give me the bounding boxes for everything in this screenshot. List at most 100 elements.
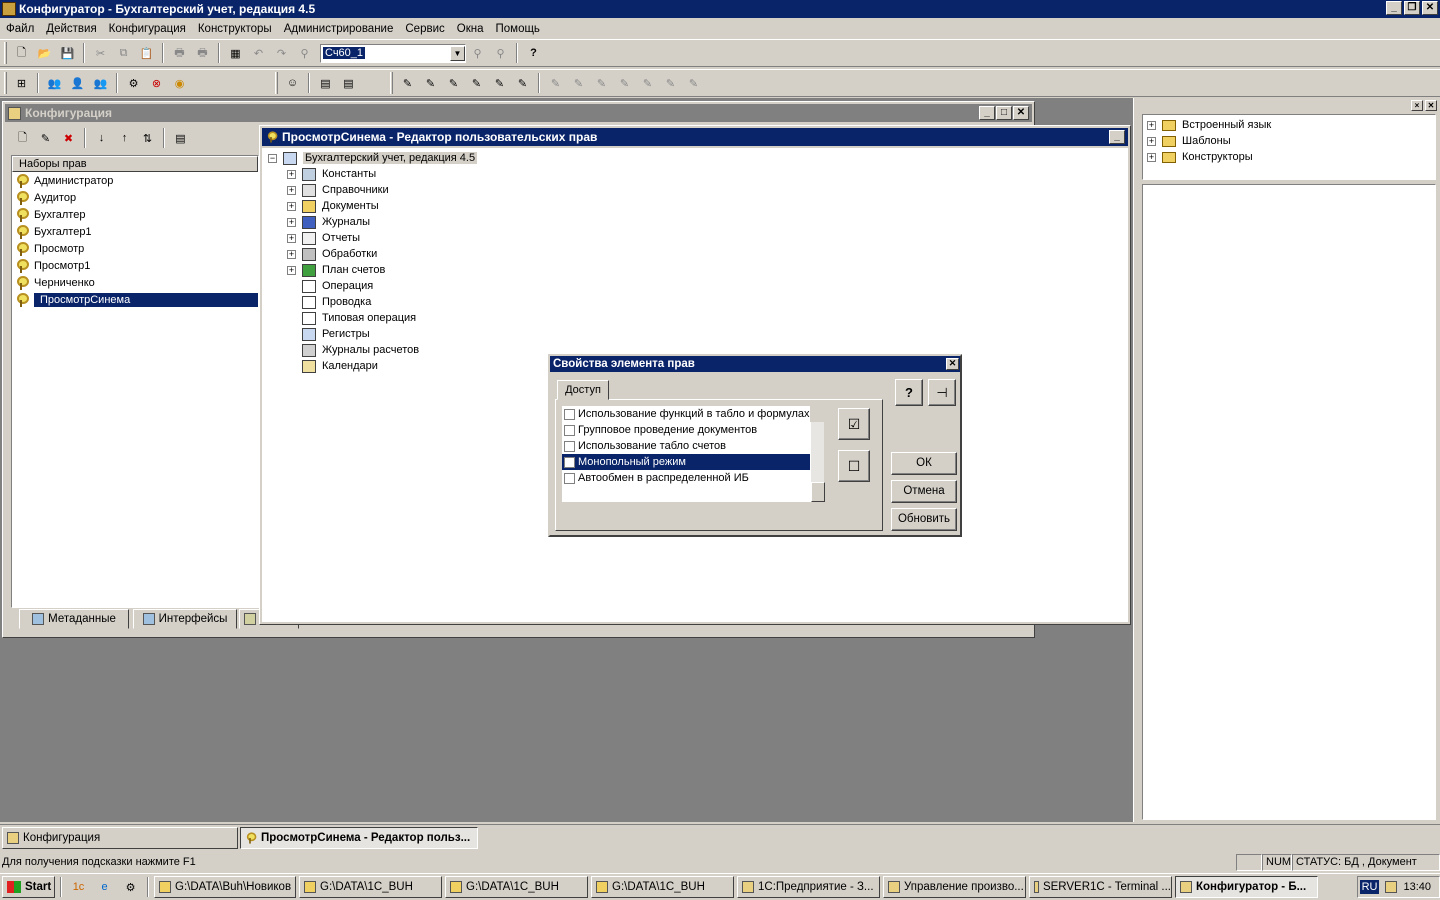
table-icon[interactable]: ▤ (317, 74, 335, 92)
menu-administration[interactable]: Администрирование (278, 23, 400, 35)
properties-icon[interactable]: ▤ (172, 129, 190, 147)
tree-node[interactable]: + Константы (287, 166, 1128, 182)
user-settings-icon[interactable]: ☺ (284, 74, 302, 92)
checkbox[interactable] (564, 440, 575, 452)
access-option[interactable]: Использование функций в табло и формулах (562, 406, 810, 422)
taskbar-button[interactable]: Конфигуратор - Б... (1175, 876, 1318, 898)
rights-list-item[interactable]: Черниченко (12, 274, 258, 291)
users-rights-icon[interactable]: 👥 (92, 74, 110, 92)
expand-icon[interactable]: + (287, 217, 296, 227)
tree-root[interactable]: − Бухгалтерский учет, редакция 4.5 (268, 150, 1128, 166)
uncheck-all-button[interactable]: ☐ (838, 450, 870, 482)
menu-file[interactable]: Файл (0, 23, 40, 35)
expand-icon[interactable]: + (287, 233, 296, 243)
save-icon[interactable]: 💾 (59, 44, 77, 62)
tree-node[interactable]: + Обработки (287, 246, 1128, 262)
users-icon[interactable]: 👥 (46, 74, 64, 92)
collapse-icon[interactable]: − (268, 153, 277, 163)
tool-disabled-3-icon[interactable]: ✎ (593, 74, 611, 92)
rights-list-item[interactable]: Администратор (12, 172, 258, 189)
tree-node[interactable]: + Справочники (287, 182, 1128, 198)
quicklaunch-1c-icon[interactable]: 1c (70, 878, 88, 896)
tree-templates[interactable]: + Шаблоны (1147, 133, 1435, 149)
paste-icon[interactable]: 📋 (138, 44, 156, 62)
window-tab-editor[interactable]: ПросмотрСинема - Редактор польз... (240, 827, 478, 849)
options-scrollbar[interactable] (810, 422, 825, 502)
close-button[interactable]: ✕ (1422, 1, 1438, 15)
tool-disabled-7-icon[interactable]: ✎ (685, 74, 703, 92)
constructor-doc-icon[interactable]: ✎ (422, 74, 440, 92)
tree-node[interactable]: + Журналы (287, 214, 1128, 230)
metadata-icon[interactable]: ⊞ (13, 74, 31, 92)
filter-icon[interactable]: ▦ (227, 44, 245, 62)
tree-node[interactable]: Проводка (287, 294, 1128, 310)
tab-metadata[interactable]: Метаданные (19, 609, 129, 629)
expand-icon[interactable]: + (287, 265, 296, 275)
constructor-icon[interactable]: ✎ (399, 74, 417, 92)
print-preview-icon[interactable]: 🖶 (194, 44, 212, 62)
taskbar-button[interactable]: G:\DATA\1C_BUH (445, 876, 588, 898)
tree-constructors[interactable]: + Конструкторы (1147, 149, 1435, 165)
menu-configuration[interactable]: Конфигурация (103, 23, 192, 35)
find-icon[interactable]: ⚲ (296, 44, 314, 62)
dialog-close-button[interactable]: ✕ (946, 358, 959, 370)
constructor-report-icon[interactable]: ✎ (445, 74, 463, 92)
menu-windows[interactable]: Окна (451, 23, 490, 35)
open-folder-icon[interactable]: 📂 (36, 44, 54, 62)
tree-node[interactable]: Типовая операция (287, 310, 1128, 326)
taskbar-button[interactable]: G:\DATA\Buh\Новиков (154, 876, 296, 898)
expand-icon[interactable]: + (287, 185, 296, 195)
tree-builtin-language[interactable]: + Встроенный язык (1147, 117, 1435, 133)
tree-node[interactable]: Операция (287, 278, 1128, 294)
checkbox[interactable] (564, 456, 575, 468)
taskbar-button[interactable]: G:\DATA\1C_BUH (299, 876, 442, 898)
tray-config-icon[interactable] (1385, 881, 1398, 893)
find-prev-icon[interactable]: ⚲ (492, 44, 510, 62)
tool-disabled-5-icon[interactable]: ✎ (639, 74, 657, 92)
access-option[interactable]: Автообмен в распределенной ИБ (562, 470, 810, 486)
dialog-help-button[interactable]: ? (895, 379, 923, 406)
tool-disabled-1-icon[interactable]: ✎ (547, 74, 565, 92)
taskbar-button[interactable]: Управление произво... (883, 876, 1026, 898)
config-settings-icon[interactable]: ⚙ (125, 74, 143, 92)
panel-close-button[interactable]: ✕ (1425, 100, 1437, 111)
menu-help[interactable]: Помощь (490, 23, 546, 35)
dialog-pin-button[interactable]: ⊣ (928, 379, 956, 406)
tree-node[interactable]: + Отчеты (287, 230, 1128, 246)
cut-icon[interactable]: ✂ (92, 44, 110, 62)
tree-node[interactable]: + План счетов (287, 262, 1128, 278)
copy-icon[interactable]: ⧉ (115, 44, 133, 62)
rights-list-item[interactable]: Просмотр (12, 240, 258, 257)
tab-access[interactable]: Доступ (557, 380, 609, 400)
start-button[interactable]: Start (2, 876, 55, 898)
find-next-icon[interactable]: ⚲ (469, 44, 487, 62)
delete-right-icon[interactable]: ✖ (60, 129, 78, 147)
menu-constructors[interactable]: Конструкторы (192, 23, 278, 35)
ok-button[interactable]: ОК (891, 452, 957, 475)
checkbox[interactable] (564, 424, 575, 436)
print-icon[interactable]: 🖶 (171, 44, 189, 62)
tree-node[interactable]: Регистры (287, 326, 1128, 342)
rights-list-item[interactable]: Просмотр1 (12, 257, 258, 274)
expand-icon[interactable]: + (287, 201, 296, 211)
expand-icon[interactable]: + (287, 169, 296, 179)
language-indicator[interactable]: RU (1359, 880, 1380, 894)
sort-icon[interactable]: ⇅ (139, 129, 157, 147)
editor-minimize-button[interactable]: _ (1109, 130, 1125, 144)
debug-icon[interactable]: ◉ (171, 74, 189, 92)
tool-disabled-6-icon[interactable]: ✎ (662, 74, 680, 92)
stop-icon[interactable]: ⊗ (148, 74, 166, 92)
cancel-button[interactable]: Отмена (891, 480, 957, 503)
edit-right-icon[interactable]: ✎ (37, 129, 55, 147)
constructor-list-icon[interactable]: ✎ (491, 74, 509, 92)
config-maximize-button[interactable]: □ (996, 106, 1012, 120)
undo-icon[interactable]: ↶ (250, 44, 268, 62)
chevron-down-icon[interactable]: ▼ (450, 45, 465, 61)
taskbar-button[interactable]: 1С:Предприятие - З... (737, 876, 880, 898)
quicklaunch-config-icon[interactable]: ⚙ (122, 878, 140, 896)
tool-disabled-2-icon[interactable]: ✎ (570, 74, 588, 92)
rights-list-item[interactable]: ПросмотрСинема (12, 291, 258, 308)
checkbox[interactable] (564, 408, 575, 420)
new-right-icon[interactable]: 🗋 (14, 129, 32, 147)
search-combo[interactable]: Сч60_1 ▼ (320, 43, 466, 63)
